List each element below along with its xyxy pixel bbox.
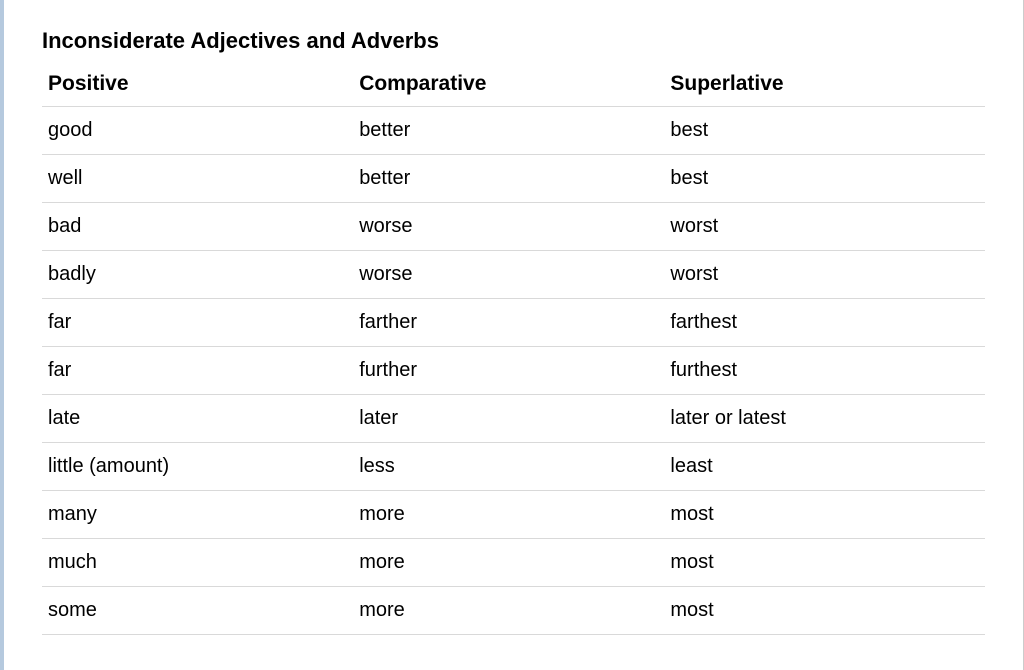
cell-comparative: more [353, 491, 664, 539]
table-row: far further furthest [42, 347, 985, 395]
cell-superlative: worst [664, 203, 985, 251]
cell-comparative: worse [353, 251, 664, 299]
cell-superlative: worst [664, 251, 985, 299]
cell-positive: well [42, 155, 353, 203]
table-row: some more most [42, 587, 985, 635]
cell-superlative: most [664, 587, 985, 635]
cell-superlative: least [664, 443, 985, 491]
cell-comparative: more [353, 587, 664, 635]
cell-comparative: worse [353, 203, 664, 251]
cell-comparative: better [353, 155, 664, 203]
adjectives-table: Positive Comparative Superlative good be… [42, 64, 985, 635]
cell-comparative: better [353, 107, 664, 155]
header-superlative: Superlative [664, 64, 985, 107]
cell-superlative: farthest [664, 299, 985, 347]
cell-comparative: further [353, 347, 664, 395]
cell-positive: far [42, 299, 353, 347]
cell-superlative: furthest [664, 347, 985, 395]
table-row: many more most [42, 491, 985, 539]
cell-comparative: more [353, 539, 664, 587]
cell-positive: far [42, 347, 353, 395]
page-title: Inconsiderate Adjectives and Adverbs [42, 28, 985, 54]
cell-comparative: later [353, 395, 664, 443]
header-comparative: Comparative [353, 64, 664, 107]
cell-positive: little (amount) [42, 443, 353, 491]
cell-positive: many [42, 491, 353, 539]
cell-positive: much [42, 539, 353, 587]
document-frame: Inconsiderate Adjectives and Adverbs Pos… [0, 0, 1024, 670]
cell-superlative: most [664, 539, 985, 587]
cell-superlative: most [664, 491, 985, 539]
cell-positive: bad [42, 203, 353, 251]
cell-superlative: later or latest [664, 395, 985, 443]
table-row: little (amount) less least [42, 443, 985, 491]
cell-comparative: farther [353, 299, 664, 347]
table-row: badly worse worst [42, 251, 985, 299]
cell-positive: badly [42, 251, 353, 299]
table-row: good better best [42, 107, 985, 155]
cell-positive: some [42, 587, 353, 635]
cell-superlative: best [664, 155, 985, 203]
table-row: well better best [42, 155, 985, 203]
cell-superlative: best [664, 107, 985, 155]
cell-positive: late [42, 395, 353, 443]
table-row: bad worse worst [42, 203, 985, 251]
table-row: far farther farthest [42, 299, 985, 347]
table-body: good better best well better best bad wo… [42, 107, 985, 635]
table-row: late later later or latest [42, 395, 985, 443]
header-positive: Positive [42, 64, 353, 107]
cell-comparative: less [353, 443, 664, 491]
table-header-row: Positive Comparative Superlative [42, 64, 985, 107]
cell-positive: good [42, 107, 353, 155]
table-row: much more most [42, 539, 985, 587]
